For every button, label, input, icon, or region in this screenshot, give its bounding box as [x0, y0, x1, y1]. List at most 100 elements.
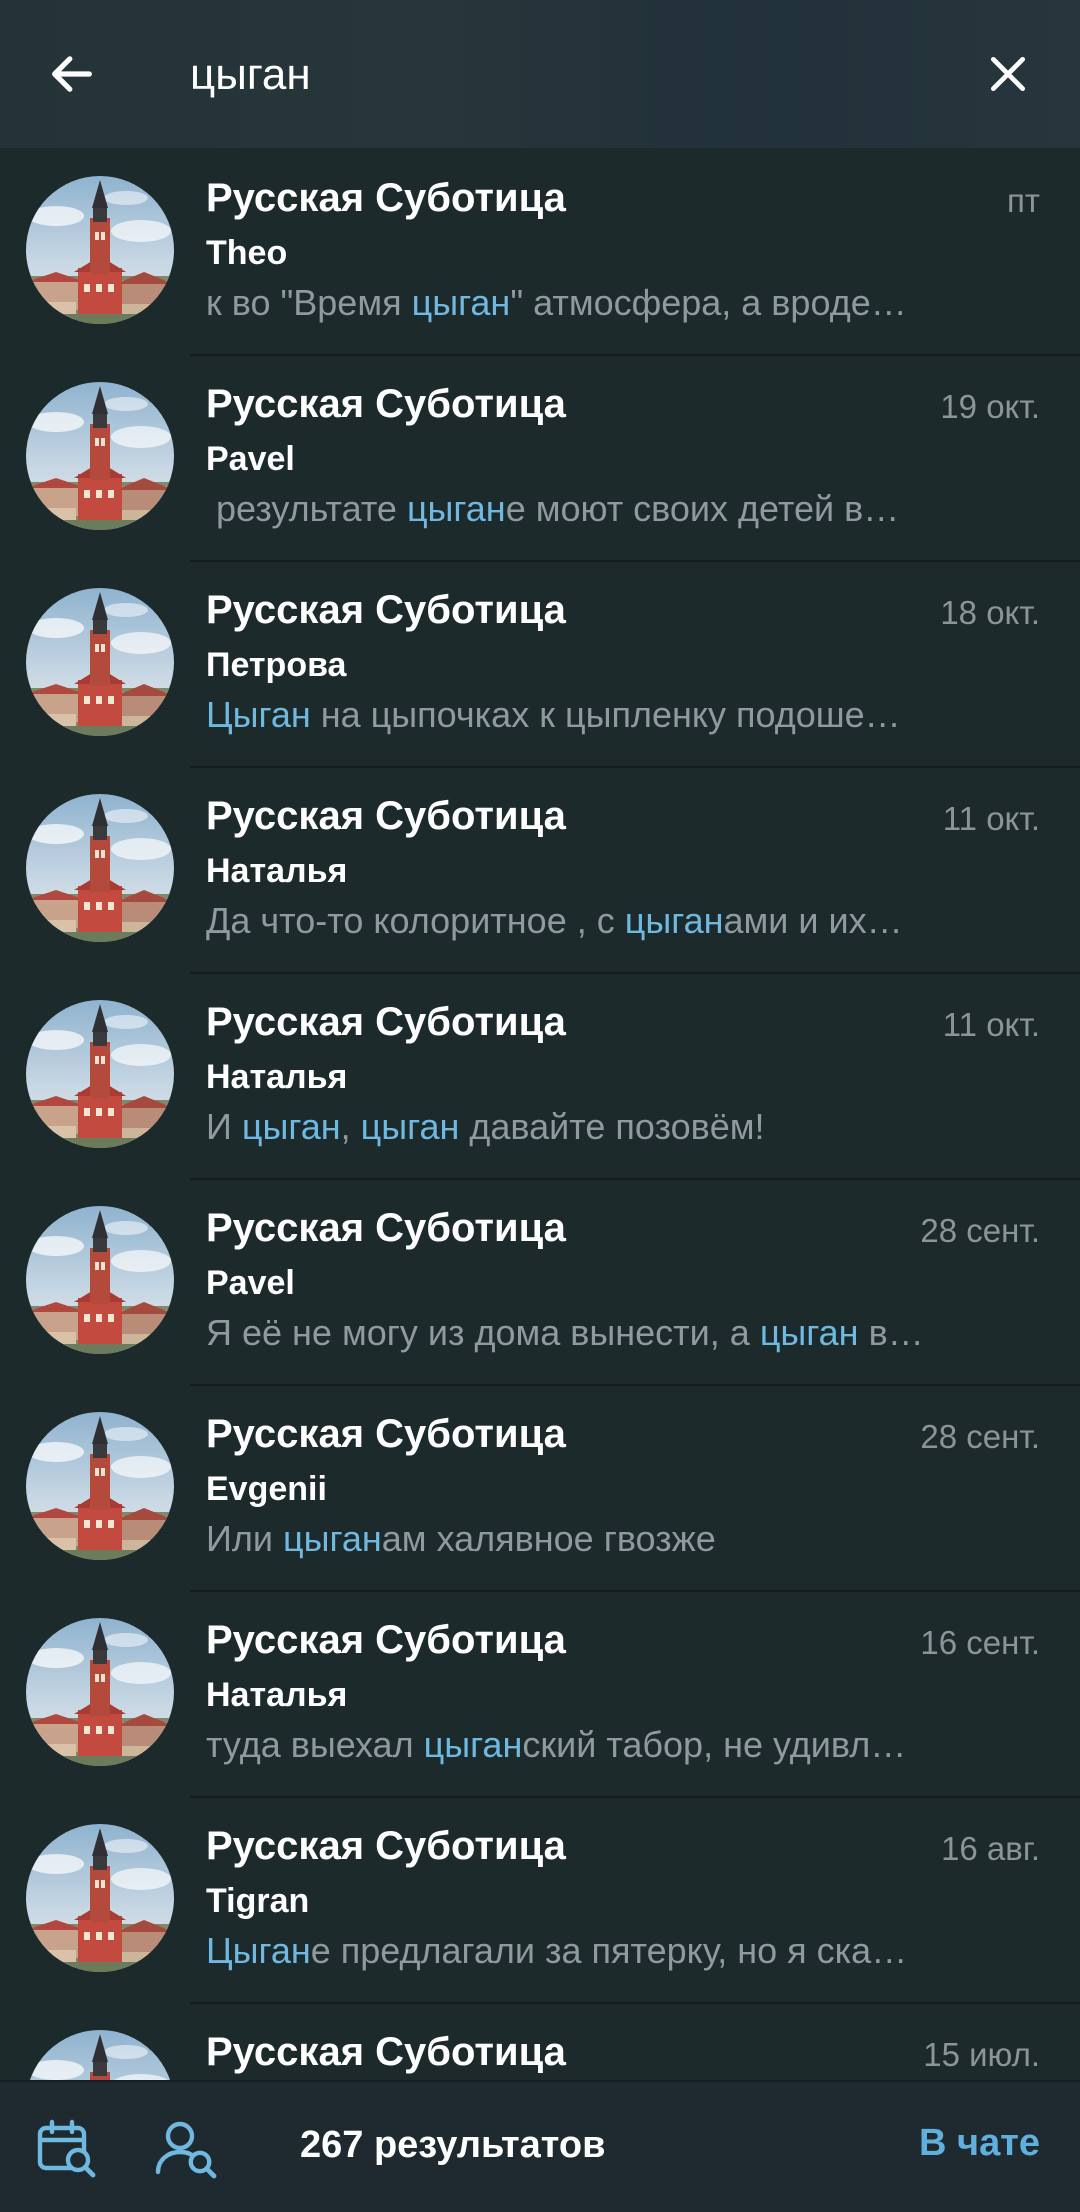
message-sender: Tigran: [206, 1882, 310, 1920]
message-date: 28 сент.: [920, 1212, 1040, 1249]
chat-title: Русская Суботица: [206, 588, 566, 632]
search-result-item-5[interactable]: Русская Суботица 11 окт. Наталья И цыган…: [0, 972, 1080, 1180]
search-match-highlight: цыган: [406, 488, 506, 529]
snippet-text: ,: [340, 1106, 361, 1147]
message-snippet: И цыган, цыган давайте позовём!: [206, 1106, 1026, 1148]
search-match-highlight: цыган: [360, 1106, 460, 1147]
chat-avatar: [26, 1824, 174, 1972]
message-snippet: Я её не могу из дома вынести, а цыган в…: [206, 1312, 1026, 1354]
search-result-content: Русская Суботица 19 окт. Pavel результат…: [190, 354, 1080, 562]
chat-title: Русская Суботица: [206, 794, 566, 838]
search-result-content: Русская Суботица пт Theo к во "Время цыг…: [190, 148, 1080, 356]
search-result-content: Русская Суботица 28 сент. Evgenii Или цы…: [190, 1384, 1080, 1592]
snippet-text: ами и их…: [723, 900, 903, 941]
snippet-text: е моют своих детей в…: [505, 488, 900, 529]
chat-avatar: [26, 1412, 174, 1560]
user-search-button[interactable]: [150, 2112, 222, 2184]
message-snippet: Или цыганам халявное гвозже: [206, 1518, 1026, 1560]
chat-title: Русская Суботица: [206, 1412, 566, 1456]
search-result-content: Русская Суботица 16 сент. Наталья туда в…: [190, 1590, 1080, 1798]
snippet-text: " атмосфера, а вроде…: [510, 282, 907, 323]
results-count: 267 результатов: [300, 2124, 606, 2166]
message-snippet: Цыгане предлагали за пятерку, но я ска…: [206, 1930, 1026, 1972]
search-result-item-10[interactable]: Русская Суботица 15 июл.: [0, 2002, 1080, 2080]
arrow-left-icon: [52, 56, 92, 92]
message-sender: Петрова: [206, 646, 347, 684]
chat-title: Русская Суботица: [206, 1824, 566, 1868]
snippet-text: в…: [858, 1312, 924, 1353]
message-date: пт: [1007, 182, 1040, 219]
search-match-highlight: цыган: [624, 900, 724, 941]
snippet-text: Или: [206, 1518, 283, 1559]
message-date: 16 сент.: [920, 1624, 1040, 1661]
message-sender: Наталья: [206, 1676, 348, 1714]
message-date: 11 окт.: [942, 1006, 1040, 1043]
snippet-text: результате: [206, 488, 407, 529]
chat-title: Русская Суботица: [206, 382, 566, 426]
search-result-item-9[interactable]: Русская Суботица 16 авг. Tigran Цыгане п…: [0, 1796, 1080, 2004]
search-result-item-4[interactable]: Русская Суботица 11 окт. Наталья Да что-…: [0, 766, 1080, 974]
chat-title: Русская Суботица: [206, 2030, 566, 2074]
snippet-text: на цыпочках к цыпленку подоше…: [310, 694, 901, 735]
chat-avatar: [26, 2030, 174, 2080]
search-result-content: Русская Суботица 28 сент. Pavel Я её не …: [190, 1178, 1080, 1386]
message-sender: Evgenii: [206, 1470, 327, 1508]
snippet-text: давайте позовём!: [459, 1106, 765, 1147]
chat-avatar: [26, 794, 174, 942]
search-result-item-6[interactable]: Русская Суботица 28 сент. Pavel Я её не …: [0, 1178, 1080, 1386]
search-match-highlight: цыган: [283, 1518, 382, 1559]
search-match-highlight: цыган: [411, 282, 511, 323]
chat-avatar: [26, 382, 174, 530]
search-result-item-2[interactable]: Русская Суботица 19 окт. Pavel результат…: [0, 354, 1080, 562]
search-match-highlight: Цыган: [206, 1930, 311, 1971]
search-result-content: Русская Суботица 15 июл.: [190, 2002, 1080, 2080]
message-snippet: к во "Время цыган" атмосфера, а вроде…: [206, 282, 1026, 324]
chat-avatar: [26, 1000, 174, 1148]
search-bottom-bar: 267 результатов В чате: [0, 2080, 1080, 2212]
search-result-content: Русская Суботица 16 авг. Tigran Цыгане п…: [190, 1796, 1080, 2004]
search-input[interactable]: [190, 40, 950, 110]
search-result-item-7[interactable]: Русская Суботица 28 сент. Evgenii Или цы…: [0, 1384, 1080, 1592]
message-date: 11 окт.: [942, 800, 1040, 837]
message-sender: Наталья: [206, 852, 348, 890]
chat-avatar: [26, 1206, 174, 1354]
search-result-item-1[interactable]: Русская Суботица пт Theo к во "Время цыг…: [0, 148, 1080, 356]
search-results-list[interactable]: Русская Суботица пт Theo к во "Время цыг…: [0, 148, 1080, 2080]
snippet-text: ам халявное гвозже: [381, 1518, 716, 1559]
snippet-text: е предлагали за пятерку, но я ска…: [310, 1930, 908, 1971]
calendar-search-button[interactable]: [30, 2112, 102, 2184]
message-date: 28 сент.: [920, 1418, 1040, 1455]
search-result-content: Русская Суботица 11 окт. Наталья И цыган…: [190, 972, 1080, 1180]
calendar-search-icon: [37, 2119, 96, 2178]
chat-title: Русская Суботица: [206, 1000, 566, 1044]
search-screen: Русская Суботица пт Theo к во "Время цыг…: [0, 0, 1080, 2212]
snippet-text: И: [206, 1106, 242, 1147]
message-sender: Наталья: [206, 1058, 348, 1096]
message-sender: Pavel: [206, 440, 295, 478]
message-sender: Theo: [206, 234, 288, 272]
snippet-text: Я её не могу из дома вынести, а: [206, 1312, 760, 1353]
snippet-text: Да что-то колоритное , с: [206, 900, 625, 941]
close-icon: [990, 56, 1026, 92]
in-chat-button[interactable]: В чате: [919, 2122, 1040, 2165]
search-header: [0, 0, 1080, 148]
message-sender: Pavel: [206, 1264, 295, 1302]
back-button[interactable]: [36, 38, 108, 110]
message-snippet: результате цыгане моют своих детей в…: [206, 488, 1026, 530]
chat-title: Русская Суботица: [206, 1206, 566, 1250]
message-snippet: Цыган на цыпочках к цыпленку подоше…: [206, 694, 1026, 736]
search-match-highlight: Цыган: [206, 694, 311, 735]
clear-search-button[interactable]: [972, 38, 1044, 110]
message-date: 15 июл.: [923, 2036, 1040, 2073]
snippet-text: ский табор, не удивл…: [522, 1724, 907, 1765]
user-search-icon: [155, 2121, 217, 2179]
search-match-highlight: цыган: [759, 1312, 859, 1353]
search-result-item-3[interactable]: Русская Суботица 18 окт. Петрова Цыган н…: [0, 560, 1080, 768]
message-snippet: туда выехал цыганский табор, не удивл…: [206, 1724, 1026, 1766]
search-result-item-8[interactable]: Русская Суботица 16 сент. Наталья туда в…: [0, 1590, 1080, 1798]
message-date: 19 окт.: [940, 388, 1040, 425]
message-date: 16 авг.: [941, 1830, 1040, 1867]
chat-avatar: [26, 1618, 174, 1766]
chat-avatar: [26, 176, 174, 324]
snippet-text: к во "Время: [206, 282, 412, 323]
